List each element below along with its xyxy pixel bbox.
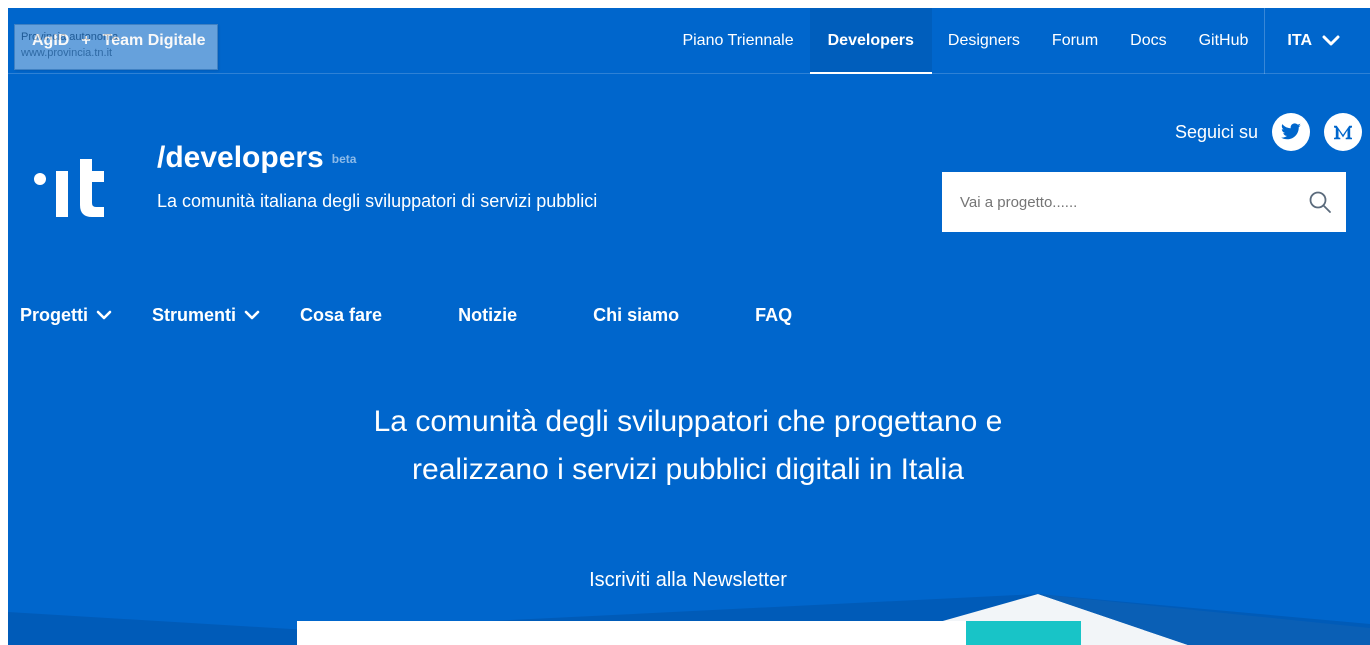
project-search[interactable]: [942, 172, 1346, 232]
nav-chi-siamo[interactable]: Chi siamo: [593, 305, 679, 326]
site-title[interactable]: /developers beta: [157, 141, 356, 175]
newsletter-submit-button[interactable]: [966, 621, 1081, 645]
chevron-down-icon: [1322, 35, 1340, 46]
follow-label: Seguici su: [1174, 121, 1258, 142]
page: AgID + Team Digitale Provincia autonoma …: [8, 8, 1370, 645]
site-subtitle: La comunità italiana degli sviluppatori …: [157, 191, 598, 211]
chevron-down-icon: [96, 310, 112, 319]
tooltip-line-1: Provincia autonoma: [21, 31, 119, 43]
medium-icon[interactable]: [1324, 113, 1362, 151]
tooltip-line-2: www.provincia.tn.it: [21, 47, 113, 59]
newsletter-email-input[interactable]: [297, 621, 969, 645]
nav-strumenti-label: Strumenti: [152, 304, 237, 325]
search-icon[interactable]: [1308, 190, 1332, 214]
chevron-down-icon: [244, 310, 260, 319]
site-title-text: /developers: [157, 141, 324, 174]
nav-progetti[interactable]: Progetti: [20, 305, 112, 326]
hero-line-2: realizzano i servizi pubblici digitali i…: [412, 453, 964, 486]
topnav-github[interactable]: GitHub: [1183, 8, 1265, 74]
follow-us: Seguici su: [1174, 113, 1370, 151]
nav-faq[interactable]: FAQ: [755, 305, 792, 326]
topnav-piano-triennale[interactable]: Piano Triennale: [666, 8, 809, 74]
newsletter-title: Iscriviti alla Newsletter: [589, 569, 787, 591]
topnav-docs[interactable]: Docs: [1114, 8, 1182, 74]
topnav-developers[interactable]: Developers: [809, 8, 933, 74]
nav-progetti-label: Progetti: [20, 304, 89, 325]
twitter-icon[interactable]: [1272, 113, 1310, 151]
top-bar: AgID + Team Digitale Provincia autonoma …: [8, 8, 1370, 74]
language-label: ITA: [1287, 32, 1312, 49]
it-logo[interactable]: [30, 151, 130, 221]
tooltip: Provincia autonoma www.provincia.tn.it: [14, 24, 218, 70]
nav-notizie[interactable]: Notizie: [458, 305, 517, 326]
nav-strumenti[interactable]: Strumenti: [152, 305, 260, 326]
search-input[interactable]: [960, 193, 1260, 211]
hero-line-1: La comunità degli sviluppatori che proge…: [373, 405, 1003, 438]
language-select[interactable]: ITA: [1264, 8, 1370, 74]
top-nav: Piano Triennale Developers Designers For…: [666, 8, 1370, 74]
topnav-forum[interactable]: Forum: [1036, 8, 1114, 74]
nav-cosa-fare[interactable]: Cosa fare: [300, 305, 382, 326]
main-nav: Progetti Strumenti Cosa fare Notizie Chi…: [20, 298, 832, 332]
topnav-designers[interactable]: Designers: [932, 8, 1036, 74]
hero-heading: La comunità degli sviluppatori che proge…: [258, 398, 1118, 494]
beta-badge: beta: [331, 152, 357, 167]
